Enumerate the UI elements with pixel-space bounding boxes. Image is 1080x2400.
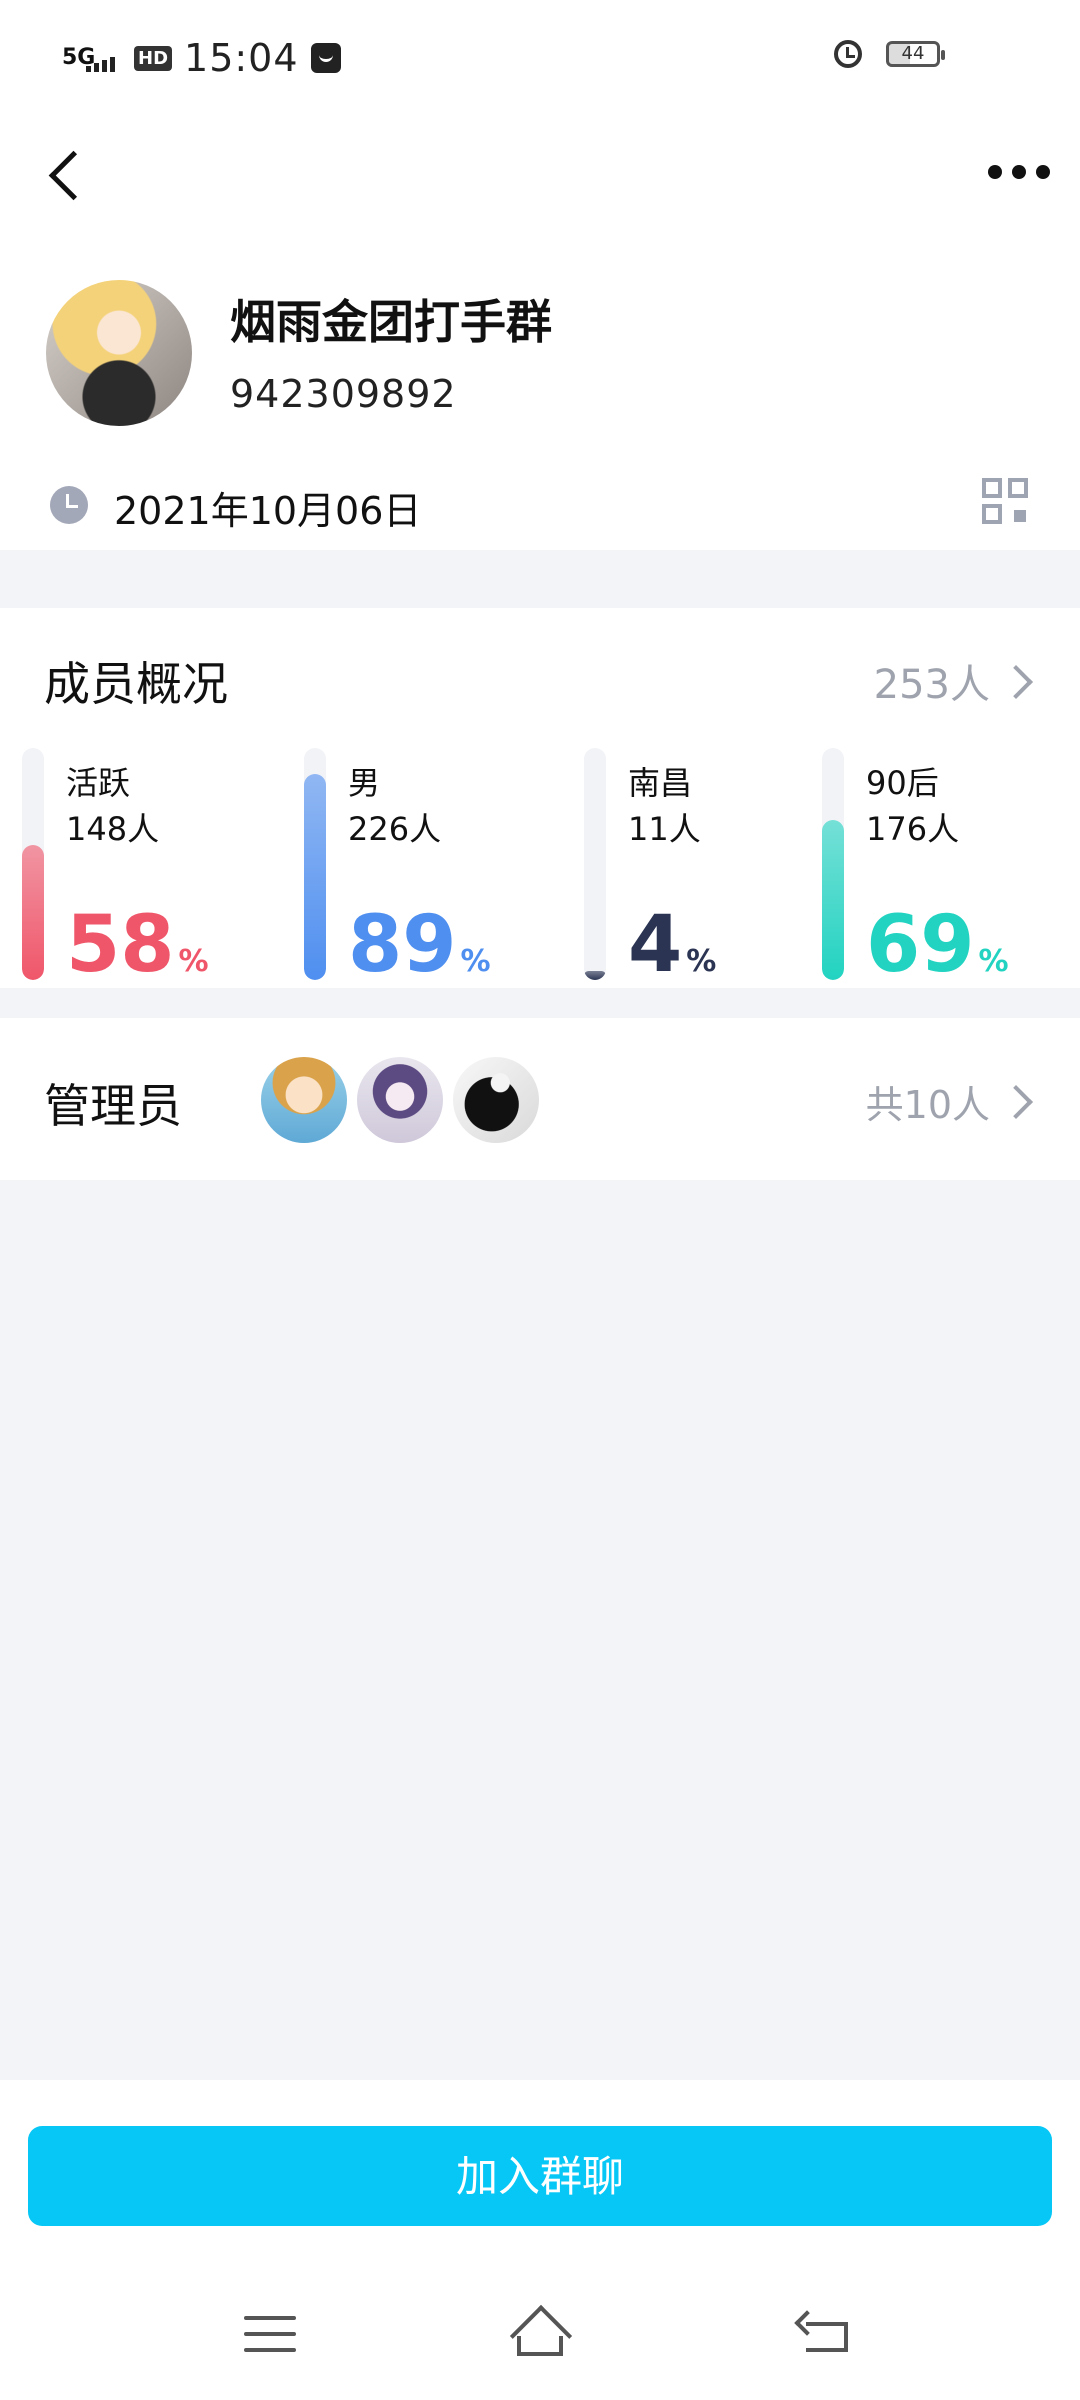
group-name: 烟雨金团打手群 [230, 295, 552, 349]
status-bar: 5G HD 15:04 44 [0, 0, 1080, 120]
more-dots-icon[interactable] [988, 165, 1050, 179]
qr-code-icon[interactable] [982, 478, 1028, 524]
back-icon[interactable] [796, 2314, 852, 2356]
created-date: 2021年10月06日 [114, 489, 422, 533]
chevron-right-icon [999, 1085, 1033, 1119]
stat-count: 148人 [66, 810, 160, 848]
stat-count: 226人 [348, 810, 442, 848]
group-id: 942309892 [230, 372, 457, 416]
status-time: 15:04 [184, 36, 299, 80]
admin-avatar [258, 1054, 350, 1146]
message-icon [310, 43, 341, 73]
stat-percent: 89% [348, 900, 491, 990]
stat-count: 176人 [866, 810, 960, 848]
admins-row[interactable]: 管理员 共10人 [0, 1018, 1080, 1180]
alarm-icon [834, 40, 862, 68]
home-icon[interactable] [505, 2312, 575, 2358]
stat-percent: 4% [628, 900, 717, 990]
chevron-right-icon [999, 665, 1033, 699]
stat-bar-fill [822, 819, 844, 980]
stat-percent: 69% [866, 900, 1009, 990]
join-group-button[interactable]: 加入群聊 [28, 2126, 1052, 2226]
stat-label: 南昌 [628, 764, 693, 802]
admins-title: 管理员 [44, 1079, 182, 1133]
hd-icon: HD [134, 45, 173, 71]
stat-label: 90后 [866, 764, 939, 802]
battery-icon: 44 [886, 41, 945, 67]
stat-count: 11人 [628, 810, 701, 848]
admin-avatar [354, 1054, 446, 1146]
stat-bar-fill [22, 845, 44, 980]
members-overview-card[interactable]: 成员概况 253人 活跃 148人 58% 男 226人 89% 南昌 11人 … [0, 608, 1080, 988]
stat-bar-fill [304, 773, 326, 980]
stat-label: 活跃 [66, 764, 131, 802]
members-title: 成员概况 [44, 657, 228, 711]
screen: 5G HD 15:04 44 烟雨金团打手群 942309892 2021年10… [0, 0, 1080, 2400]
admins-count: 共10人 [865, 1083, 990, 1127]
stat-percent: 58% [66, 900, 209, 990]
signal-icon: 5G [62, 47, 115, 72]
stat-bar-fill [584, 970, 606, 980]
admin-avatar [450, 1054, 542, 1146]
clock-icon [50, 486, 88, 524]
member-total: 253人 [873, 662, 990, 708]
stat-label: 男 [348, 764, 381, 802]
group-avatar[interactable] [46, 280, 192, 426]
menu-icon[interactable] [244, 2314, 296, 2354]
back-chevron-icon[interactable] [44, 148, 94, 208]
